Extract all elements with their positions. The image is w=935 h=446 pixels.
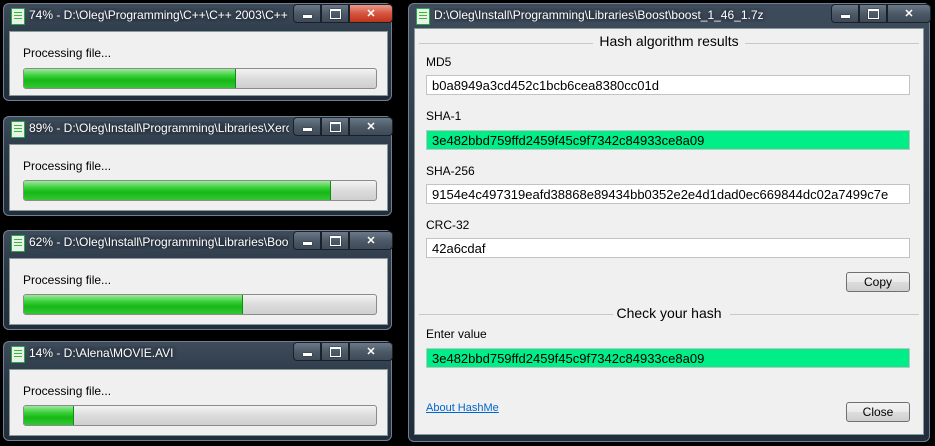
close-button[interactable]: ✕ xyxy=(349,342,393,361)
progress-fill xyxy=(24,181,332,200)
close-dialog-button[interactable]: Close xyxy=(846,402,910,422)
crc32-field[interactable]: 42a6cdaf xyxy=(426,238,910,258)
maximize-icon xyxy=(867,8,879,19)
maximize-icon xyxy=(329,235,341,246)
minimize-button[interactable] xyxy=(293,117,321,136)
content-panel: Processing file... xyxy=(9,144,388,211)
progress-window-4: 14% - D:\Alena\MOVIE.AVI ✕ Processing fi… xyxy=(3,341,393,441)
close-button[interactable]: ✕ xyxy=(349,117,393,136)
progress-fill xyxy=(24,69,237,88)
close-button[interactable]: ✕ xyxy=(887,4,931,23)
maximize-button[interactable] xyxy=(321,117,349,136)
progress-window-2: 89% - D:\Oleg\Install\Programming\Librar… xyxy=(3,116,393,216)
progress-fill xyxy=(24,406,75,425)
enter-value-input[interactable]: 3e482bbd759ffd2459f45c9f7342c84933ce8a09 xyxy=(426,348,910,368)
minimize-icon xyxy=(302,128,312,131)
close-icon: ✕ xyxy=(366,346,376,358)
minimize-icon xyxy=(302,242,312,245)
content-panel: Processing file... xyxy=(9,258,388,325)
window-title: 89% - D:\Oleg\Install\Programming\Librar… xyxy=(29,121,289,135)
content-panel: Processing file... xyxy=(9,369,388,436)
progress-window-1: 74% - D:\Oleg\Programming\C++\C++ 2003\C… xyxy=(3,3,393,101)
title-bar[interactable]: 89% - D:\Oleg\Install\Programming\Librar… xyxy=(3,116,393,140)
copy-button[interactable]: Copy xyxy=(846,272,910,292)
separator xyxy=(745,43,919,44)
document-icon xyxy=(416,8,430,25)
minimize-button[interactable] xyxy=(293,231,321,250)
about-link[interactable]: About HashMe xyxy=(426,402,499,414)
close-button[interactable]: ✕ xyxy=(349,4,393,23)
document-icon xyxy=(11,121,25,138)
progress-bar xyxy=(23,68,377,89)
crc32-label: CRC-32 xyxy=(426,218,470,232)
minimize-icon xyxy=(302,15,312,18)
window-title: 74% - D:\Oleg\Programming\C++\C++ 2003\C… xyxy=(29,8,289,22)
status-label: Processing file... xyxy=(23,384,112,398)
document-icon xyxy=(11,346,25,363)
close-icon: ✕ xyxy=(366,121,376,133)
maximize-button[interactable] xyxy=(321,342,349,361)
maximize-button[interactable] xyxy=(859,4,887,23)
window-title: 62% - D:\Oleg\Install\Programming\Librar… xyxy=(29,235,289,249)
title-bar[interactable]: 14% - D:\Alena\MOVIE.AVI ✕ xyxy=(3,341,393,365)
title-bar[interactable]: 62% - D:\Oleg\Install\Programming\Librar… xyxy=(3,230,393,254)
close-button[interactable]: ✕ xyxy=(349,231,393,250)
maximize-icon xyxy=(329,8,341,19)
close-icon: ✕ xyxy=(366,8,376,20)
title-bar[interactable]: D:\Oleg\Install\Programming\Libraries\Bo… xyxy=(408,3,931,27)
document-icon xyxy=(11,8,25,25)
enter-value-label: Enter value xyxy=(426,327,487,341)
maximize-icon xyxy=(329,121,341,132)
content-panel: Processing file... xyxy=(9,31,388,96)
progress-bar xyxy=(23,180,377,201)
maximize-button[interactable] xyxy=(321,231,349,250)
close-icon: ✕ xyxy=(366,235,376,247)
minimize-icon xyxy=(302,353,312,356)
progress-bar xyxy=(23,294,377,315)
sha256-field[interactable]: 9154e4c497319eafd38868e89434bb0352e2e4d1… xyxy=(426,184,910,204)
minimize-button[interactable] xyxy=(831,4,859,23)
progress-fill xyxy=(24,295,244,314)
sha1-label: SHA-1 xyxy=(426,109,462,123)
minimize-button[interactable] xyxy=(293,4,321,23)
minimize-button[interactable] xyxy=(293,342,321,361)
hash-content-panel: Hash algorithm results MD5 b0a8949a3cd45… xyxy=(414,28,924,435)
minimize-icon xyxy=(840,15,850,18)
status-label: Processing file... xyxy=(23,273,112,287)
title-bar[interactable]: 74% - D:\Oleg\Programming\C++\C++ 2003\C… xyxy=(3,3,393,27)
sha1-field[interactable]: 3e482bbd759ffd2459f45c9f7342c84933ce8a09 xyxy=(426,130,910,150)
sha256-label: SHA-256 xyxy=(426,164,475,178)
status-label: Processing file... xyxy=(23,46,112,60)
progress-window-3: 62% - D:\Oleg\Install\Programming\Librar… xyxy=(3,230,393,330)
separator xyxy=(419,43,593,44)
maximize-icon xyxy=(329,346,341,357)
progress-bar xyxy=(23,405,377,426)
maximize-button[interactable] xyxy=(321,4,349,23)
results-header: Hash algorithm results xyxy=(599,33,739,49)
md5-field[interactable]: b0a8949a3cd452c1bcb6cea8380cc01d xyxy=(426,75,910,95)
close-icon: ✕ xyxy=(904,8,914,20)
status-label: Processing file... xyxy=(23,159,112,173)
separator xyxy=(730,314,919,315)
window-title: 14% - D:\Alena\MOVIE.AVI xyxy=(29,346,174,360)
check-header: Check your hash xyxy=(616,305,722,321)
md5-label: MD5 xyxy=(426,55,452,69)
document-icon xyxy=(11,235,25,252)
window-title: D:\Oleg\Install\Programming\Libraries\Bo… xyxy=(434,8,764,22)
